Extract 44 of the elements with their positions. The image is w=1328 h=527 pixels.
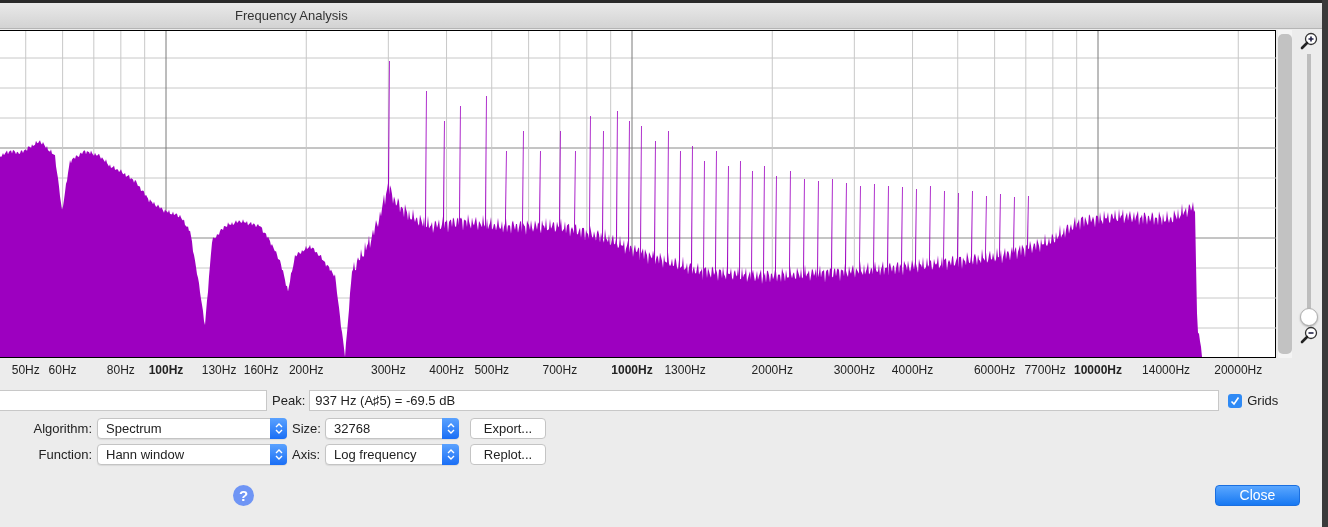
dropdown[interactable]: Log frequency	[325, 444, 459, 465]
axis-label: 500Hz	[474, 363, 510, 377]
window-title: Frequency Analysis	[235, 8, 348, 23]
zoom-in-icon[interactable]	[1300, 32, 1318, 50]
axis-label: 14000Hz	[1142, 363, 1191, 377]
field-label: Algorithm:	[32, 421, 92, 436]
chevron-icon	[274, 448, 283, 461]
axis-label: 3000Hz	[833, 363, 875, 377]
zoom-out-icon[interactable]	[1300, 326, 1318, 344]
axis-label: 20000Hz	[1214, 363, 1263, 377]
cursor-field[interactable]	[0, 390, 267, 411]
axis-label: 80Hz	[106, 363, 135, 377]
field-label: Axis:	[292, 447, 320, 462]
chevron-icon	[274, 422, 283, 435]
action-button[interactable]: Export...	[470, 418, 546, 439]
axis-label: 160Hz	[243, 363, 279, 377]
dropdown[interactable]: 32768	[325, 418, 459, 439]
scroll-bar[interactable]	[1278, 30, 1292, 358]
axis-label: 1000Hz	[611, 363, 653, 377]
axis-label: 200Hz	[288, 363, 324, 377]
dropdown[interactable]: Hann window	[97, 444, 287, 465]
peak-label: Peak:	[272, 393, 306, 408]
chevron-icon	[446, 448, 455, 461]
axis-label: 4000Hz	[891, 363, 934, 377]
grids-label: Grids	[1247, 393, 1279, 408]
dropdown[interactable]: Spectrum	[97, 418, 287, 439]
action-button[interactable]: Replot...	[470, 444, 546, 465]
axis-label: 130Hz	[201, 363, 237, 377]
axis-label: 100Hz	[148, 363, 184, 377]
axis-label: 7700Hz	[1024, 363, 1066, 377]
grids-checkbox[interactable]	[1228, 393, 1243, 408]
axis-label: 1300Hz	[664, 363, 706, 377]
axis-label: 60Hz	[48, 363, 77, 377]
axis-label: 400Hz	[429, 363, 464, 377]
peak-field[interactable]: 937 Hz (A♯5) = -69.5 dB	[309, 390, 1220, 411]
field-label: Function:	[37, 447, 92, 462]
field-label: Size:	[292, 421, 320, 436]
axis-label: 6000Hz	[973, 363, 1016, 377]
axis-label: 700Hz	[542, 363, 578, 377]
axis-label: 300Hz	[371, 363, 406, 377]
axis-label: 10000Hz	[1074, 363, 1122, 377]
axis-label: 2000Hz	[751, 363, 793, 377]
chevron-icon	[446, 422, 455, 435]
axis-label: 50Hz	[11, 363, 40, 377]
